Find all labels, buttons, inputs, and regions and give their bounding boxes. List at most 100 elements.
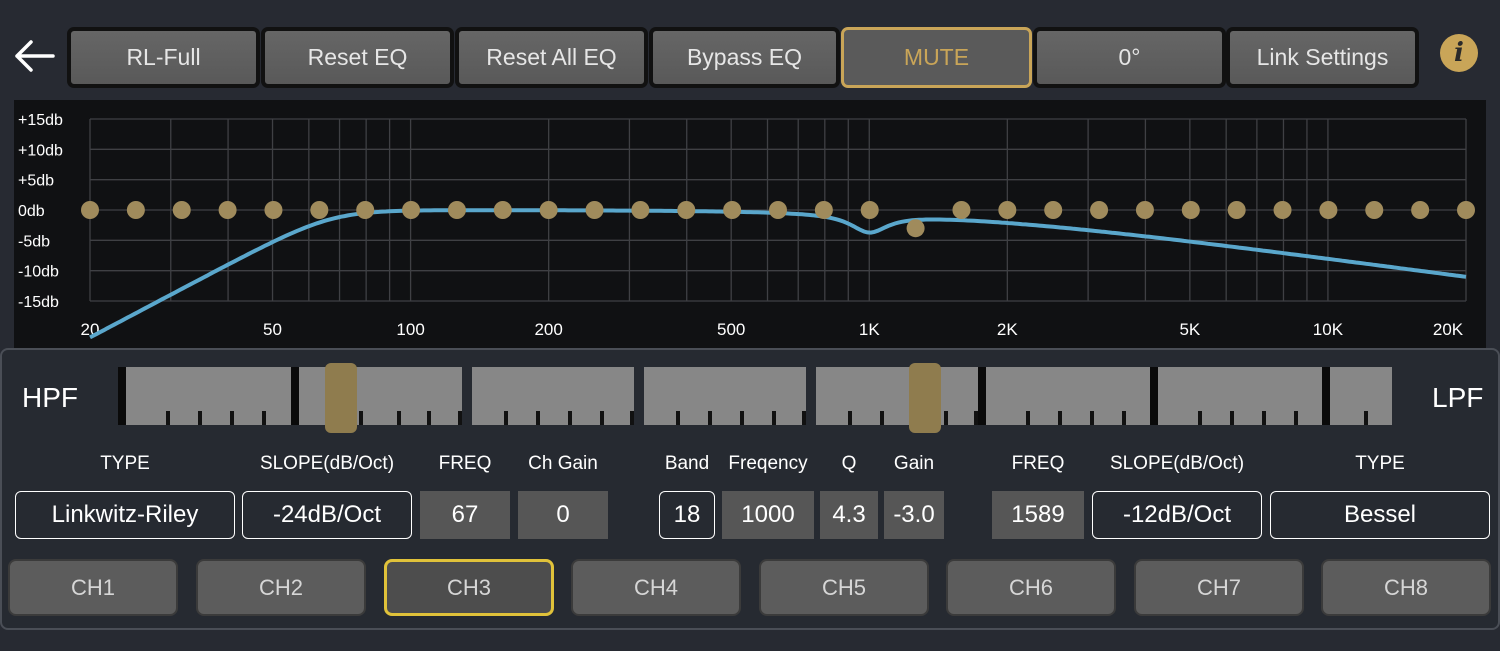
channel-ch8-button[interactable]: CH8 — [1321, 559, 1491, 616]
q-field[interactable]: 4.3 — [820, 491, 878, 539]
eq-band-point — [539, 201, 558, 219]
lpf-slope-select[interactable]: -12dB/Oct — [1092, 491, 1262, 539]
eq-app: RL-Full Reset EQ Reset All EQ Bypass EQ … — [0, 0, 1500, 651]
gain-label: Gain — [893, 453, 935, 474]
eq-band-point — [860, 201, 879, 219]
x-tick-label: 50 — [263, 320, 282, 339]
lpf-slider-handle[interactable] — [909, 363, 941, 433]
slider-segment — [126, 367, 291, 425]
channel-ch2-button[interactable]: CH2 — [196, 559, 366, 616]
ch-gain-label: Ch Gain — [528, 453, 598, 474]
hpf-type-label: TYPE — [100, 453, 150, 474]
mute-button[interactable]: MUTE — [841, 27, 1032, 88]
channel-ch5-button[interactable]: CH5 — [759, 559, 929, 616]
frequency-slider-strip[interactable] — [118, 363, 1392, 433]
eq-band-point — [906, 219, 925, 238]
eq-band-point — [126, 201, 145, 219]
channel-ch6-button[interactable]: CH6 — [946, 559, 1116, 616]
y-tick-label: -5db — [18, 233, 50, 250]
lpf-freq-label: FREQ — [1011, 453, 1065, 474]
back-button[interactable] — [10, 32, 58, 80]
eq-band-point — [310, 201, 329, 219]
x-tick-label: 1K — [859, 320, 880, 339]
eq-band-point — [1457, 201, 1475, 219]
x-tick-label: 20K — [1433, 320, 1464, 339]
x-tick-label: 10K — [1313, 320, 1344, 339]
peq-freq-field[interactable]: 1000 — [722, 491, 814, 539]
band-label: Band — [664, 453, 710, 474]
eq-band-point — [1273, 201, 1292, 219]
eq-band-point — [677, 201, 696, 219]
slider-segment-divider — [978, 367, 986, 425]
hpf-freq-field[interactable]: 67 — [420, 491, 510, 539]
hpf-freq-label: FREQ — [438, 453, 492, 474]
hpf-slope-select[interactable]: -24dB/Oct — [242, 491, 412, 539]
slider-segment — [1158, 367, 1322, 425]
band-field[interactable]: 18 — [659, 491, 715, 539]
response-curve — [89, 208, 1467, 340]
eq-band-point — [1044, 201, 1063, 219]
link-settings-button[interactable]: Link Settings — [1226, 27, 1419, 88]
eq-band-point — [769, 201, 787, 219]
lpf-slope-label: SLOPE(dB/Oct) — [1109, 453, 1245, 474]
lpf-type-label: TYPE — [1355, 453, 1405, 474]
slider-segment-divider — [118, 367, 126, 425]
eq-band-point — [447, 201, 466, 219]
x-tick-label: 5K — [1179, 320, 1200, 339]
arrow-left-icon — [15, 40, 55, 72]
eq-band-point — [1227, 201, 1246, 219]
slider-segment — [644, 367, 806, 425]
lpf-label: LPF — [1432, 382, 1484, 413]
eq-band-point — [1365, 201, 1384, 219]
eq-graph[interactable]: +15db +10db +5db 0db -5db -10db -15db 20 50 100 20… — [14, 100, 1486, 352]
bypass-eq-button[interactable]: Bypass EQ — [649, 27, 840, 88]
eq-graph-svg: +15db+10db+5db0db-5db-10db-15db20 50 100 20… — [18, 112, 1475, 340]
eq-band-point — [1181, 201, 1200, 219]
slider-segment-divider — [1322, 367, 1330, 425]
eq-band-point — [172, 201, 191, 219]
channel-ch4-button[interactable]: CH4 — [571, 559, 741, 616]
slider-segment — [816, 367, 978, 425]
x-tick-label: 500 — [717, 320, 745, 339]
eq-band-point — [952, 201, 971, 219]
y-tick-label: -10db — [18, 264, 59, 281]
info-icon[interactable]: i — [1440, 34, 1478, 72]
reset-all-eq-button[interactable]: Reset All EQ — [455, 27, 648, 88]
slider-segment-divider — [1150, 367, 1158, 425]
eq-band-point — [493, 201, 512, 219]
lpf-freq-field[interactable]: 1589 — [992, 491, 1084, 539]
slider-segment — [986, 367, 1150, 425]
gain-field[interactable]: -3.0 — [884, 491, 944, 539]
eq-band-point — [723, 201, 742, 219]
hpf-slider-handle[interactable] — [325, 363, 357, 433]
hpf-label: HPF — [22, 382, 78, 413]
eq-band-point — [585, 201, 604, 219]
eq-band-point — [631, 201, 650, 219]
y-tick-label: +15db — [18, 112, 63, 129]
preset-rl-full-button[interactable]: RL-Full — [67, 27, 260, 88]
lpf-type-select[interactable]: Bessel — [1270, 491, 1490, 539]
channel-ch1-button[interactable]: CH1 — [8, 559, 178, 616]
eq-band-point — [81, 201, 99, 219]
channel-ch7-button[interactable]: CH7 — [1134, 559, 1304, 616]
phase-button[interactable]: 0° — [1033, 27, 1226, 88]
x-tick-label: 200 — [534, 320, 562, 339]
eq-band-point — [356, 201, 375, 219]
y-tick-label: 0db — [18, 203, 45, 220]
eq-band-point — [218, 201, 237, 219]
slider-segment — [1330, 367, 1392, 425]
ch-gain-field[interactable]: 0 — [518, 491, 608, 539]
q-label: Q — [841, 453, 857, 474]
y-tick-label: +10db — [18, 142, 63, 159]
hpf-slope-label: SLOPE(dB/Oct) — [259, 453, 395, 474]
slider-segment-divider — [291, 367, 299, 425]
reset-eq-button[interactable]: Reset EQ — [261, 27, 454, 88]
eq-band-point — [998, 201, 1017, 219]
eq-band-point — [1411, 201, 1430, 219]
channel-ch3-button[interactable]: CH3 — [384, 559, 554, 616]
eq-band-point — [814, 201, 833, 219]
eq-band-point — [402, 201, 421, 219]
peq-freq-label: Freqency — [728, 453, 808, 474]
slider-segment — [472, 367, 634, 425]
hpf-type-select[interactable]: Linkwitz-Riley — [15, 491, 235, 539]
